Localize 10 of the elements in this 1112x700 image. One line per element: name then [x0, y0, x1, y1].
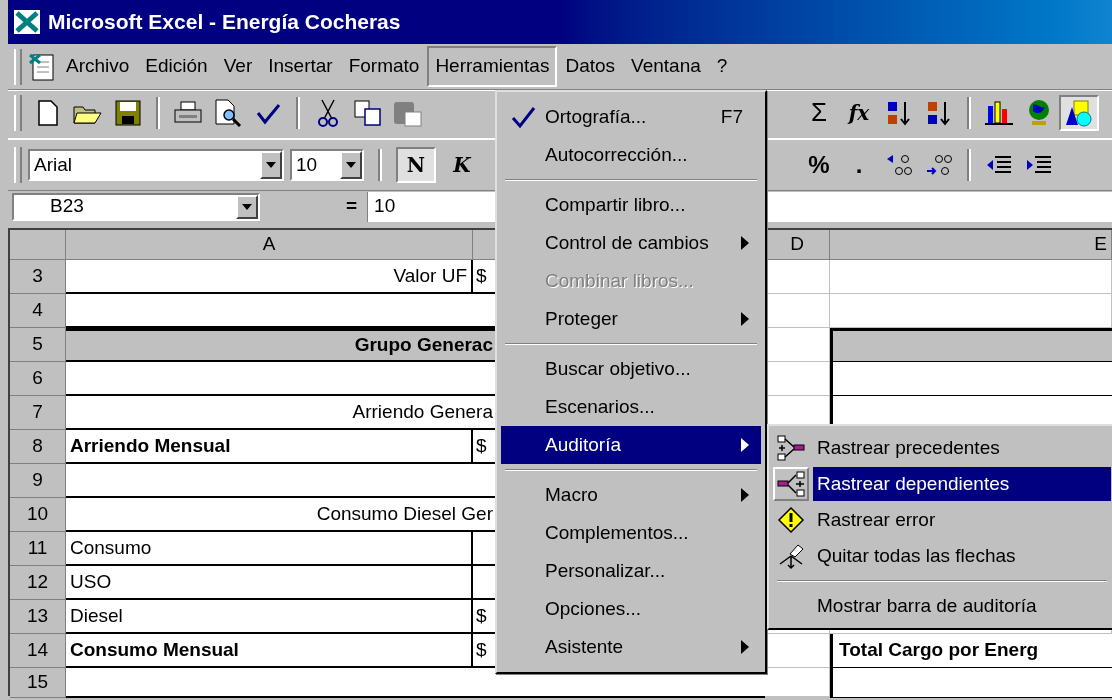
table-cell: Valor UF: [66, 260, 473, 294]
table-cell: Consumo Mensual: [66, 634, 473, 668]
table-cell: USO: [66, 566, 473, 600]
table-cell: Diesel: [66, 600, 473, 634]
window-title: Microsoft Excel - Energía Cocheras: [48, 9, 401, 36]
table-cell: Consumo: [66, 532, 473, 566]
equals-sign: =: [346, 194, 358, 219]
shortcut-label: F7: [720, 104, 743, 129]
table-cell: Arriendo Mensual: [66, 430, 473, 464]
table-cell: Total Cargo por Energ: [830, 634, 1112, 668]
